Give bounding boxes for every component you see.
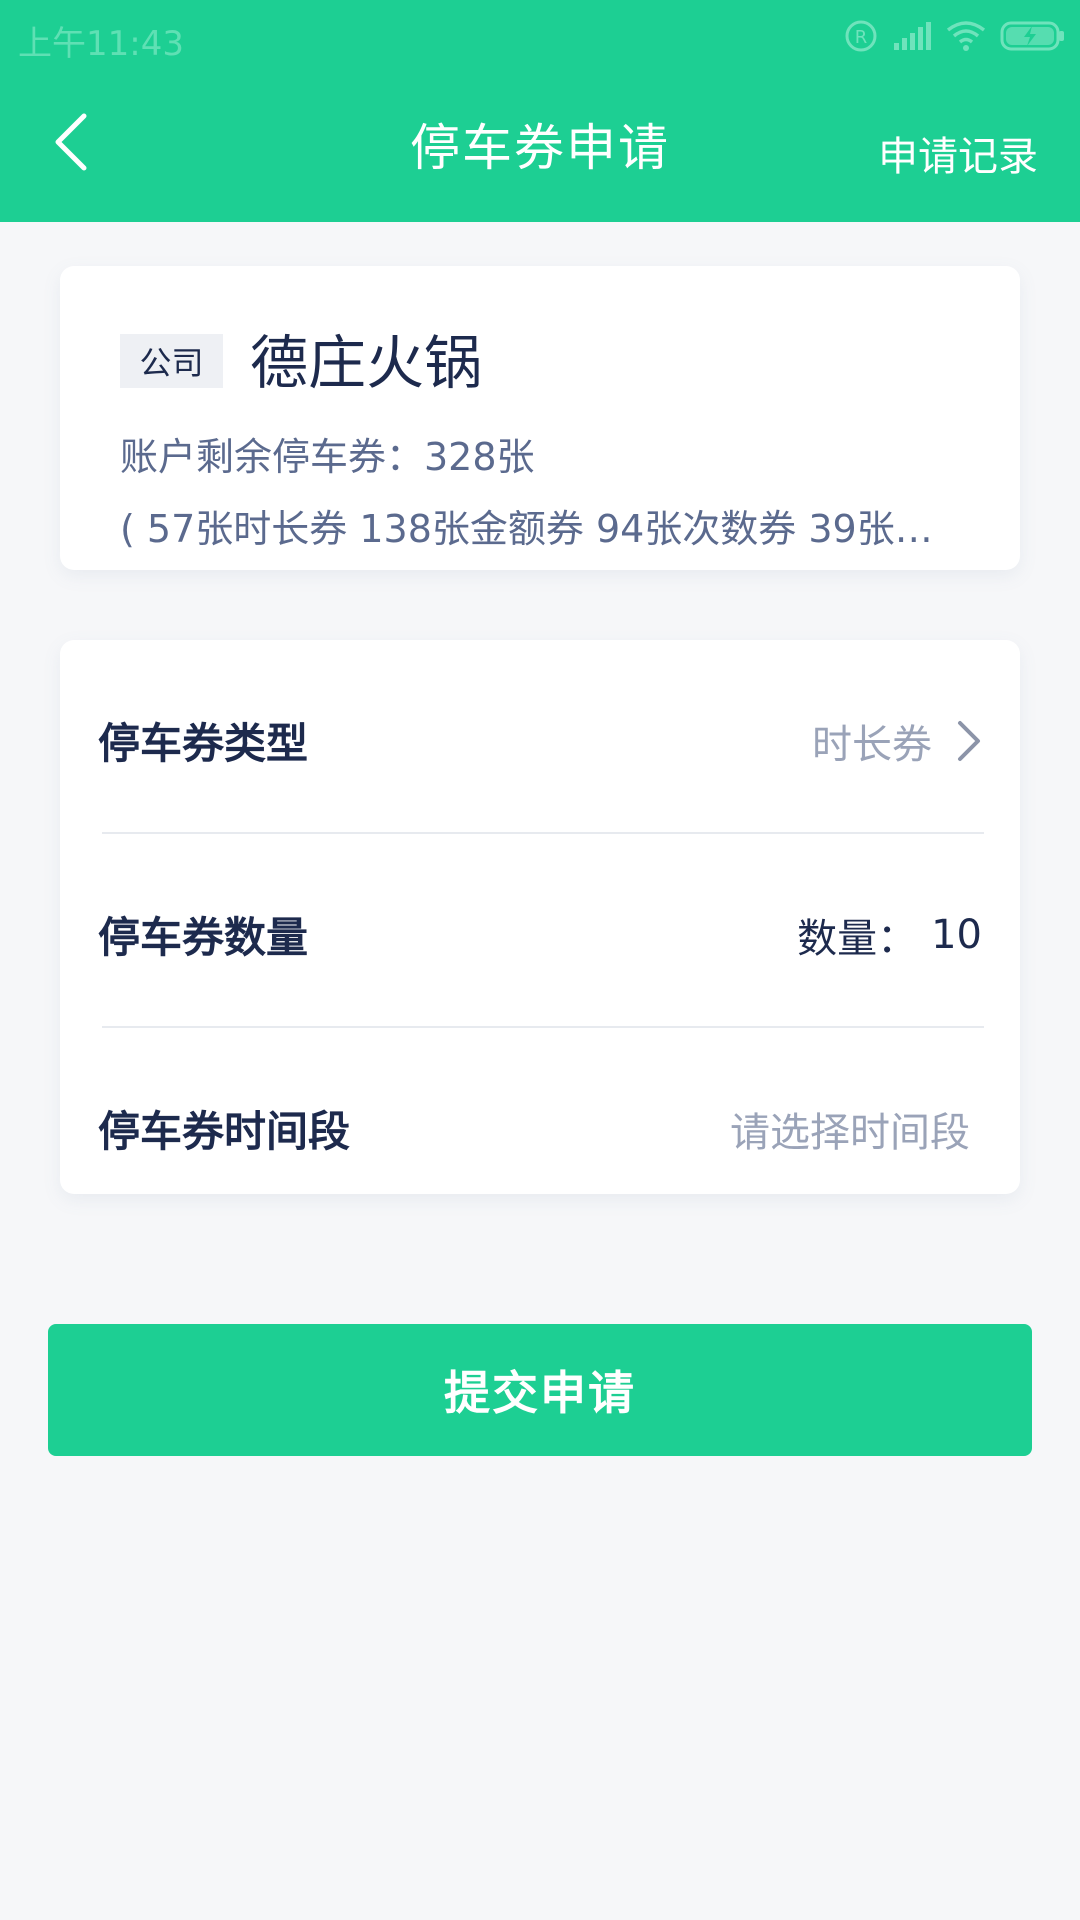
apply-records-link[interactable]: 申请记录: [878, 124, 1038, 182]
svg-text:R: R: [855, 27, 868, 48]
wifi-icon: [946, 20, 986, 56]
coupon-period-row[interactable]: 停车券时间段 请选择时间段: [60, 1028, 1020, 1222]
coupon-quantity-label: 停车券数量: [98, 913, 309, 962]
coupon-period-picker[interactable]: 请选择时间段: [730, 1100, 970, 1158]
quantity-input[interactable]: 10: [931, 912, 982, 958]
remaining-coupons: 账户剩余停车券：328张: [120, 435, 535, 479]
coupon-breakdown: ( 57张时长券 138张金额券 94张次数券 39张…: [120, 507, 933, 551]
coupon-type-label: 停车券类型: [98, 719, 309, 768]
coupon-period-label: 停车券时间段: [98, 1107, 351, 1156]
status-bar: 上午11:43 R: [0, 0, 1080, 74]
battery-charging-icon: [1000, 20, 1066, 56]
registered-icon: R: [844, 19, 878, 57]
submit-button[interactable]: 提交申请: [48, 1324, 1032, 1456]
chevron-right-icon: [956, 719, 982, 763]
status-icons: R: [844, 18, 1066, 58]
coupon-type-selected: 时长券: [812, 722, 932, 768]
company-card: 公司 德庄火锅 账户剩余停车券：328张 ( 57张时长券 138张金额券 94…: [60, 266, 1020, 570]
coupon-quantity-row: 停车券数量 数量： 10: [60, 834, 1020, 1028]
coupon-type-row[interactable]: 停车券类型 时长券: [60, 640, 1020, 834]
status-time: 上午11:43: [18, 24, 184, 64]
nav-bar: 停车券申请 申请记录: [0, 74, 1080, 222]
quantity-prefix: 数量：: [797, 916, 918, 962]
coupon-type-value[interactable]: 时长券: [812, 712, 982, 770]
app-header: 上午11:43 R 停车券申请 申请记录: [0, 0, 1080, 222]
company-name: 德庄火锅: [250, 329, 483, 397]
company-tag: 公司: [120, 334, 223, 388]
coupon-quantity-field[interactable]: 数量： 10: [797, 906, 982, 964]
signal-icon: [892, 21, 932, 55]
application-form: 停车券类型 时长券 停车券数量 数量： 10 停车券时间段 请选择时间段: [60, 640, 1020, 1194]
